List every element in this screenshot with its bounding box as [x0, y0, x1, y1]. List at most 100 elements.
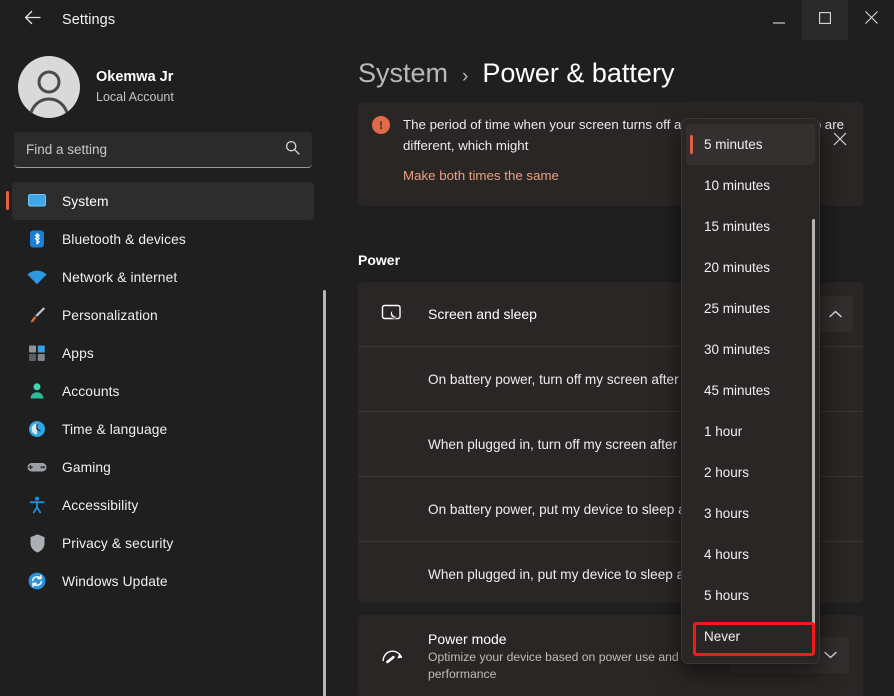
sidebar-item-accounts[interactable]: Accounts: [12, 372, 314, 410]
sidebar-item-windows-update[interactable]: Windows Update: [12, 562, 314, 600]
sidebar-item-network-internet[interactable]: Network & internet: [12, 258, 314, 296]
sidebar-item-label: System: [62, 194, 109, 209]
search-container: [0, 118, 330, 168]
sidebar-item-gaming[interactable]: Gaming: [12, 448, 314, 486]
dropdown-option-label: 1 hour: [704, 424, 742, 439]
maximize-button[interactable]: [802, 0, 848, 40]
sidebar-item-time-language[interactable]: Time & language: [12, 410, 314, 448]
dropdown-option-label: 45 minutes: [704, 383, 770, 398]
sidebar-item-label: Accounts: [62, 384, 120, 399]
setting-label: When plugged in, turn off my screen afte…: [428, 434, 677, 455]
dropdown-option-label: Never: [704, 629, 740, 644]
settings-window: Settings: [0, 0, 894, 696]
sidebar-item-system[interactable]: System: [12, 182, 314, 220]
sidebar-item-personalization[interactable]: Personalization: [12, 296, 314, 334]
dropdown-option-20-minutes[interactable]: 20 minutes: [686, 247, 815, 288]
dropdown-option-never[interactable]: Never: [686, 616, 815, 657]
dropdown-option-15-minutes[interactable]: 15 minutes: [686, 206, 815, 247]
screen-and-sleep-expand-button[interactable]: [817, 296, 853, 332]
dropdown-option-2-hours[interactable]: 2 hours: [686, 452, 815, 493]
sidebar-item-label: Accessibility: [62, 498, 138, 513]
dropdown-option-label: 10 minutes: [704, 178, 770, 193]
close-icon: [833, 132, 847, 151]
minimize-button[interactable]: [756, 0, 802, 40]
speedometer-icon: [380, 643, 406, 669]
close-button[interactable]: [848, 0, 894, 40]
breadcrumb-root[interactable]: System: [358, 58, 448, 89]
refresh-icon: [26, 570, 48, 592]
breadcrumb: System › Power & battery: [330, 40, 894, 102]
search-box[interactable]: [14, 132, 312, 168]
sidebar-nav: System Bluetooth & devices: [0, 182, 330, 696]
dropdown-option-1-hour[interactable]: 1 hour: [686, 411, 815, 452]
maximize-icon: [819, 11, 831, 29]
dropdown-option-label: 30 minutes: [704, 342, 770, 357]
paintbrush-icon: [26, 304, 48, 326]
sidebar-item-accessibility[interactable]: Accessibility: [12, 486, 314, 524]
sidebar-item-label: Personalization: [62, 308, 158, 323]
app-title: Settings: [62, 12, 115, 28]
monitor-icon: [26, 190, 48, 212]
minimize-icon: [773, 11, 785, 29]
gamepad-icon: [26, 456, 48, 478]
sidebar-item-label: Network & internet: [62, 270, 177, 285]
power-mode-subtitle: Optimize your device based on power use …: [428, 649, 698, 683]
breadcrumb-separator: ›: [462, 66, 468, 88]
dropdown-option-5-minutes[interactable]: 5 minutes: [686, 124, 815, 165]
sidebar-item-label: Windows Update: [62, 574, 168, 589]
dropdown-option-label: 25 minutes: [704, 301, 770, 316]
sidebar-item-privacy-security[interactable]: Privacy & security: [12, 524, 314, 562]
dropdown-option-label: 2 hours: [704, 465, 749, 480]
warning-icon: !: [372, 116, 390, 134]
dropdown-option-label: 15 minutes: [704, 219, 770, 234]
dropdown-option-label: 4 hours: [704, 547, 749, 562]
bluetooth-icon: [26, 228, 48, 250]
sidebar-item-apps[interactable]: Apps: [12, 334, 314, 372]
person-icon: [26, 380, 48, 402]
screen-and-sleep-title: Screen and sleep: [428, 306, 537, 322]
dropdown-option-30-minutes[interactable]: 30 minutes: [686, 329, 815, 370]
avatar: [18, 56, 80, 118]
apps-grid-icon: [26, 342, 48, 364]
sidebar-scrollbar[interactable]: [323, 290, 326, 696]
user-profile[interactable]: Okemwa Jr Local Account: [0, 40, 330, 118]
dropdown-scrollbar[interactable]: [812, 219, 815, 649]
shield-icon: [26, 532, 48, 554]
dropdown-option-10-minutes[interactable]: 10 minutes: [686, 165, 815, 206]
monitor-moon-icon: [380, 301, 406, 327]
dropdown-option-25-minutes[interactable]: 25 minutes: [686, 288, 815, 329]
dropdown-option-label: 20 minutes: [704, 260, 770, 275]
dropdown-option-label: 3 hours: [704, 506, 749, 521]
banner-close-button[interactable]: [823, 124, 857, 158]
page-title: Power & battery: [482, 58, 674, 89]
sidebar-item-label: Bluetooth & devices: [62, 232, 186, 247]
window-controls: [756, 0, 894, 40]
wifi-icon: [26, 266, 48, 288]
sidebar-item-label: Privacy & security: [62, 536, 173, 551]
sidebar: Okemwa Jr Local Account: [0, 40, 330, 696]
back-button[interactable]: [14, 4, 50, 36]
profile-name: Okemwa Jr: [96, 68, 174, 87]
chevron-up-icon: [829, 305, 842, 323]
search-input[interactable]: [26, 142, 285, 157]
dropdown-option-4-hours[interactable]: 4 hours: [686, 534, 815, 575]
sidebar-item-label: Gaming: [62, 460, 111, 475]
dropdown-option-label: 5 minutes: [704, 137, 763, 152]
dropdown-option-45-minutes[interactable]: 45 minutes: [686, 370, 815, 411]
accessibility-icon: [26, 494, 48, 516]
setting-label: When plugged in, put my device to sleep …: [428, 564, 704, 585]
section-title-power: Power: [358, 252, 400, 268]
close-icon: [865, 11, 878, 29]
sidebar-item-label: Time & language: [62, 422, 167, 437]
sidebar-item-bluetooth-devices[interactable]: Bluetooth & devices: [12, 220, 314, 258]
chevron-down-icon: [824, 646, 837, 664]
clock-icon: [26, 418, 48, 440]
title-bar: Settings: [0, 0, 894, 40]
arrow-left-icon: [24, 10, 41, 30]
timeout-dropdown-flyout: 5 minutes 10 minutes 15 minutes 20 minut…: [681, 118, 820, 664]
power-mode-title: Power mode: [428, 629, 698, 649]
sidebar-item-label: Apps: [62, 346, 94, 361]
dropdown-option-3-hours[interactable]: 3 hours: [686, 493, 815, 534]
dropdown-option-5-hours[interactable]: 5 hours: [686, 575, 815, 616]
profile-subtitle: Local Account: [96, 88, 174, 106]
